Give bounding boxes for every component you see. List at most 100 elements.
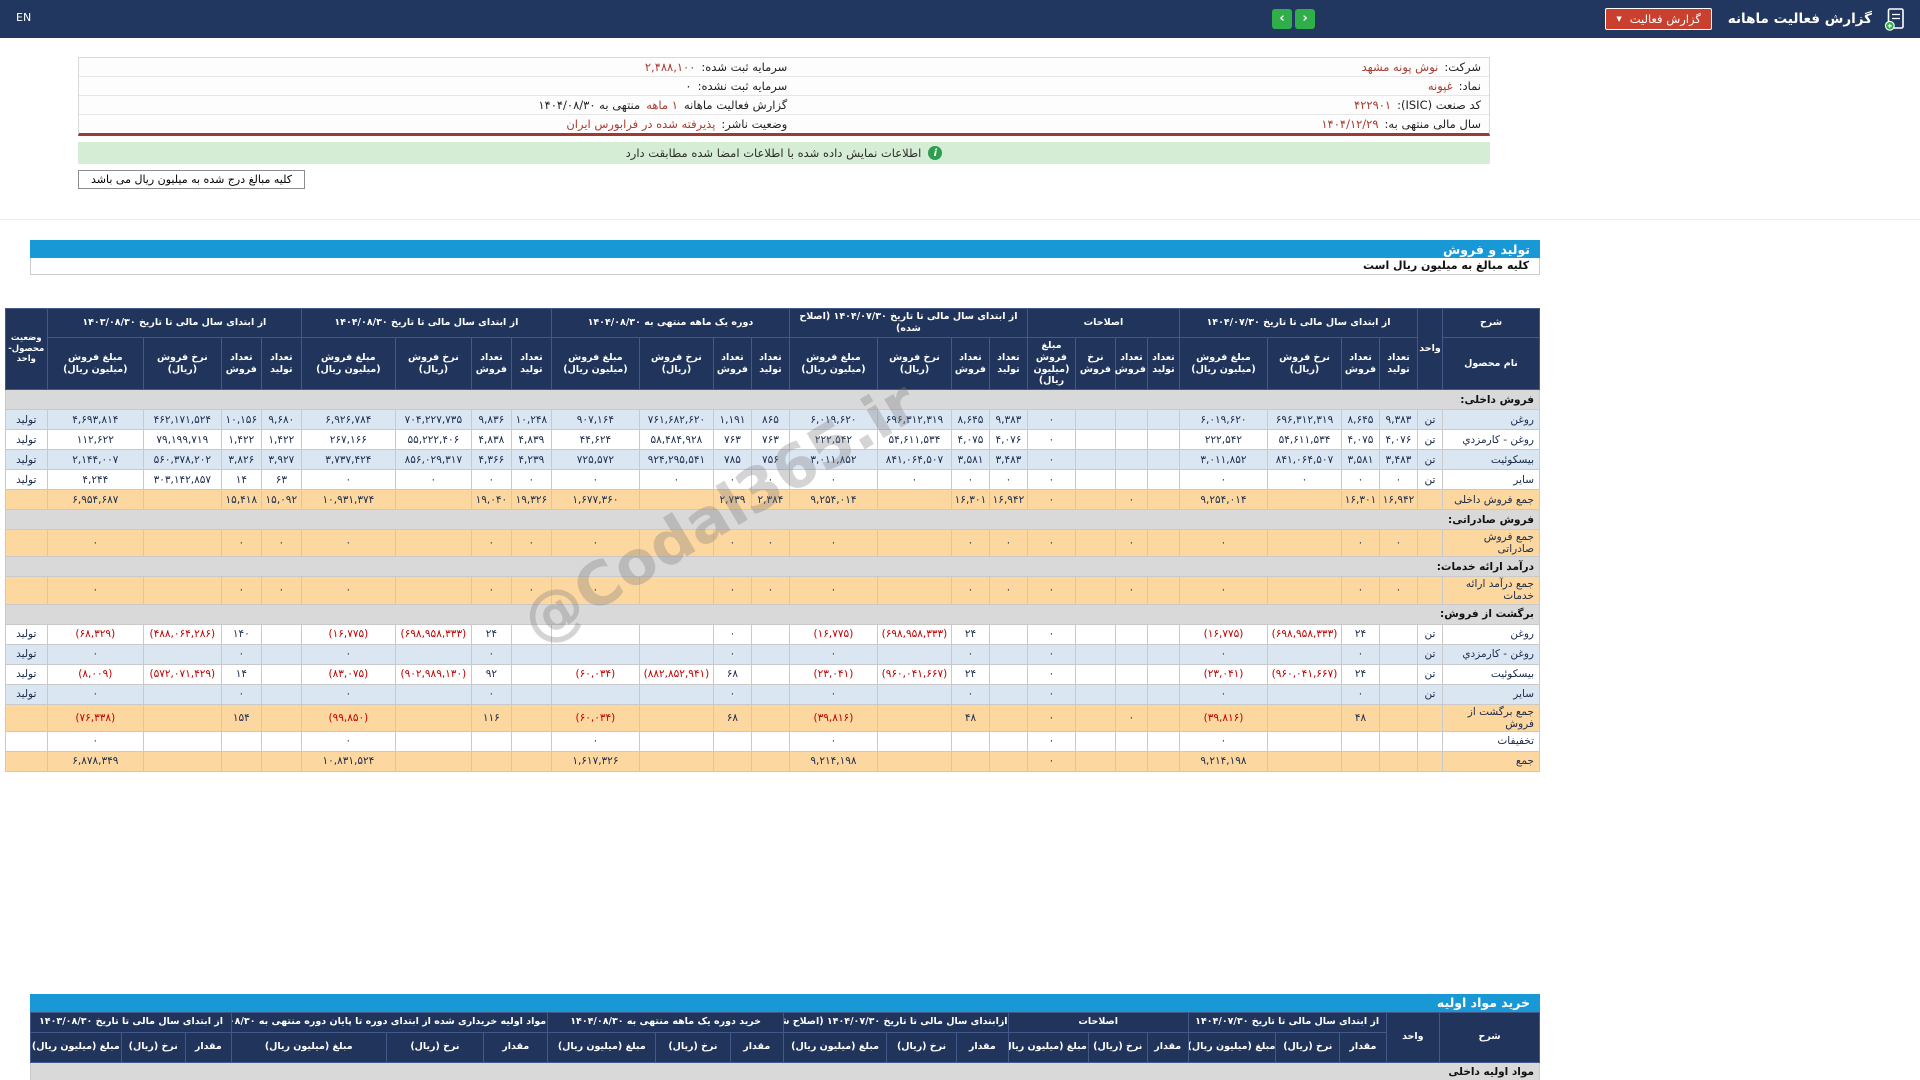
- value-cell: [510, 643, 552, 665]
- value-cell: ۶,۰۱۹,۶۲۰: [788, 409, 878, 431]
- value-cell: ۳,۸۲۶: [220, 449, 262, 471]
- value-cell: [1114, 663, 1148, 685]
- value-cell: [750, 703, 790, 732]
- value-cell: ۱۴۰: [220, 623, 262, 645]
- table-row: بیسکوئیت تن ۳,۴۸۳ ۳,۵۸۱ ۸۴۱,۰۶۴,۵۰۷ ۳,۰۱۱,۸۵۲…: [4, 449, 1540, 471]
- signed-info-notice: i اطلاعات نمایش داده شده با اطلاعات امضا…: [78, 142, 1490, 164]
- product-name-cell: جمع برگشت از فروش: [1442, 703, 1540, 732]
- product-status-cell: تولید: [4, 409, 48, 431]
- value-cell: ۱۹,۳۲۶: [510, 489, 552, 511]
- value-cell: (۶۰,۰۳۴): [550, 703, 640, 732]
- value-cell: ۴,۶۹۳,۸۱۴: [46, 409, 144, 431]
- value-cell: ۷۲۵,۵۷۲: [550, 449, 640, 471]
- value-cell: ۰: [950, 576, 990, 605]
- value-cell: ۰: [1178, 529, 1269, 558]
- report-type-dropdown[interactable]: گزارش فعالیت ▼: [1605, 8, 1712, 30]
- period-group-header-1: اصلاحات: [1007, 1011, 1189, 1033]
- value-cell: ۰: [712, 623, 752, 645]
- value-cell: ۰: [470, 683, 512, 705]
- value-cell: [1379, 730, 1418, 752]
- value-cell: [1379, 683, 1418, 705]
- value-cell: ۰: [300, 529, 396, 558]
- value-cell: [750, 643, 790, 665]
- raw-materials-header: خرید مواد اولیه: [30, 993, 1540, 1012]
- production-sales-header: تولید و فروش: [30, 240, 1540, 258]
- value-cell: (۸,۰۰۹): [46, 663, 144, 685]
- value-cell: ۴,۰۷۶: [988, 429, 1028, 451]
- value-cell: [394, 683, 472, 705]
- nav-right-button[interactable]: ›: [1295, 9, 1315, 29]
- value-cell: [260, 730, 302, 752]
- signed-info-text: اطلاعات نمایش داده شده با اطلاعات امضا ش…: [625, 146, 922, 160]
- section-row-label: برگشت از فروش:: [4, 603, 1541, 625]
- value-cell: [470, 730, 512, 752]
- table-row: روغن - کارمزدي تن ۴,۰۷۶ ۴,۰۷۵ ۵۴,۶۱۱,۵۳۴ ۲۲۲,…: [4, 429, 1540, 451]
- chevron-down-icon: ▼: [1616, 15, 1622, 23]
- value-cell: ۲۴: [1341, 663, 1380, 685]
- company-value: نوش پونه مشهد: [1361, 60, 1439, 74]
- value-cell: [1074, 683, 1116, 705]
- value-cell: ۵۵,۲۲۲,۴۰۶: [394, 429, 472, 451]
- value-cell: ۰: [788, 643, 878, 665]
- value-cell: ۰: [788, 730, 878, 752]
- language-switch[interactable]: EN: [16, 11, 31, 24]
- value-cell: [470, 750, 512, 772]
- value-cell: ۰: [1026, 409, 1076, 431]
- value-cell: [876, 683, 952, 705]
- value-cell: [1074, 409, 1116, 431]
- value-cell: [394, 576, 472, 605]
- section-row: مواد اولیه داخلی: [30, 1061, 1540, 1080]
- unit-cell: تن: [1417, 469, 1443, 491]
- product-status-cell: تولید: [4, 643, 48, 665]
- sub-column-header: مبلغ فروش (میلیون ریال): [1026, 336, 1076, 391]
- value-cell: ۰: [1267, 469, 1342, 491]
- value-cell: [142, 683, 222, 705]
- nav-left-button[interactable]: ‹: [1272, 9, 1292, 29]
- value-cell: ۰: [1379, 469, 1418, 491]
- unit-cell: تن: [1417, 623, 1443, 645]
- product-status-cell: [4, 750, 48, 772]
- value-cell: (۷۶,۳۳۸): [46, 703, 144, 732]
- value-cell: ۴۴,۶۲۴: [550, 429, 640, 451]
- value-cell: ۱۱۲,۶۲۲: [46, 429, 144, 451]
- unit-cell: [1417, 730, 1443, 752]
- value-cell: ۰: [950, 469, 990, 491]
- product-status-cell: تولید: [4, 663, 48, 685]
- sub-column-header: مبلغ فروش (میلیون ریال): [46, 336, 144, 391]
- value-cell: ۰: [1114, 576, 1148, 605]
- amounts-note-wrap: کلیه مبالغ درج شده به میلیون ریال می باش…: [78, 170, 1490, 189]
- value-cell: ۶,۸۷۸,۳۴۹: [46, 750, 144, 772]
- value-cell: [750, 683, 790, 705]
- value-cell: ۰: [1114, 489, 1148, 511]
- value-cell: ۰: [46, 643, 144, 665]
- value-cell: ۴۸: [950, 703, 990, 732]
- value-cell: ۲۲۲,۵۴۲: [788, 429, 878, 451]
- value-cell: ۰: [46, 576, 144, 605]
- value-cell: ۱,۴۲۲: [220, 429, 262, 451]
- value-cell: ۰: [988, 469, 1028, 491]
- value-cell: ۲۴: [1341, 623, 1380, 645]
- value-cell: ۰: [712, 576, 752, 605]
- sub-column-header: مقدار: [1339, 1031, 1387, 1063]
- value-cell: [394, 750, 472, 772]
- value-cell: [876, 703, 952, 732]
- sub-column-header: تعداد تولید: [1379, 336, 1418, 391]
- value-cell: ۲۶۷,۱۶۶: [300, 429, 396, 451]
- value-cell: ۷۶۱,۶۸۲,۶۲۰: [638, 409, 714, 431]
- value-cell: ۰: [950, 683, 990, 705]
- unit-cell: تن: [1417, 449, 1443, 471]
- value-cell: ۰: [470, 469, 512, 491]
- value-cell: ۳,۴۸۳: [1379, 449, 1418, 471]
- value-cell: ۶,۹۲۶,۷۸۴: [300, 409, 396, 431]
- company-info-panel: شرکت: نوش پونه مشهد سرمایه ثبت شده: ۲,۴۸…: [78, 57, 1490, 136]
- info-row: شرکت: نوش پونه مشهد سرمایه ثبت شده: ۲,۴۸…: [79, 58, 1489, 76]
- sub-column-header: مقدار: [1146, 1031, 1189, 1063]
- value-cell: [1114, 730, 1148, 752]
- value-cell: [712, 750, 752, 772]
- value-cell: [1267, 750, 1342, 772]
- value-cell: ۷۶۳: [712, 429, 752, 451]
- value-cell: ۱,۴۲۲: [260, 429, 302, 451]
- value-cell: [1114, 409, 1148, 431]
- product-name-cell: بیسکوئیت: [1442, 449, 1540, 471]
- period-group-header-0: از ابتدای سال مالی تا تاریخ ۱۴۰۴/۰۷/۳۰: [1187, 1011, 1387, 1033]
